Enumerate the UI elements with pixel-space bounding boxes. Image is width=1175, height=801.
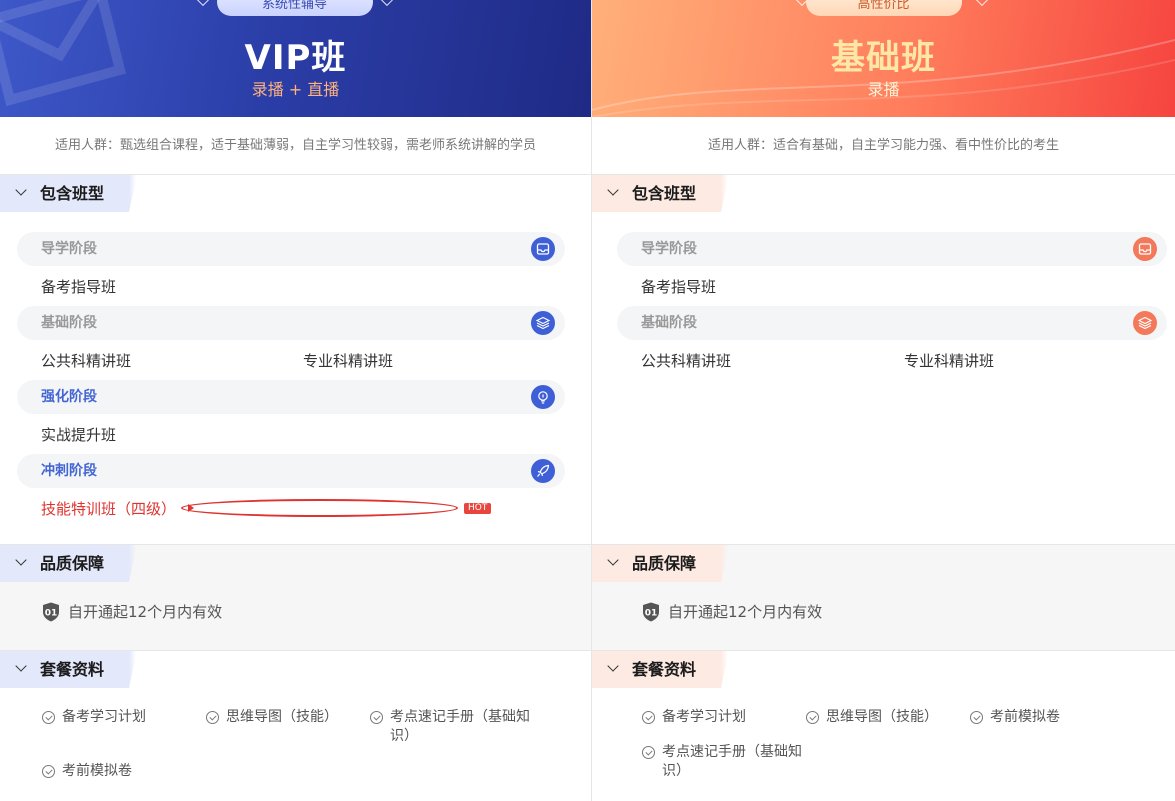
rocket-icon xyxy=(531,459,555,483)
class-item[interactable]: 公共科精讲班 xyxy=(41,350,303,371)
material-item: 考前模拟卷 xyxy=(42,762,206,781)
stage-sprint: 冲刺阶段 xyxy=(17,454,565,488)
quality-item: 01 自开通起12个月内有效 xyxy=(592,582,1175,622)
class-item[interactable]: 专业科精讲班 xyxy=(303,350,565,371)
basic-audience: 适用人群：适合有基础，自主学习能力强、看中性价比的考生 xyxy=(592,117,1175,175)
vip-materials-list: 备考学习计划 思维导图（技能） 考点速记手册（基础知识） 考前模拟卷 xyxy=(0,688,591,797)
class-item[interactable]: 公共科精讲班 xyxy=(641,350,904,371)
inbox-icon xyxy=(1133,237,1157,261)
basic-title: 基础班 xyxy=(831,38,936,78)
diamond-icon xyxy=(379,0,395,7)
material-item: 考点速记手册（基础知识） xyxy=(642,743,806,781)
vip-header: 系统性辅导 VIP班 录播 + 直播 xyxy=(0,0,591,117)
basic-materials-heading[interactable]: 套餐资料 xyxy=(592,651,729,688)
layers-icon xyxy=(1133,311,1157,335)
basic-classes-heading[interactable]: 包含班型 xyxy=(592,175,729,212)
basic-quality-section: 品质保障 01 自开通起12个月内有效 xyxy=(592,545,1175,651)
vip-quality-heading[interactable]: 品质保障 xyxy=(0,545,137,582)
check-circle-icon xyxy=(206,711,219,724)
class-item-highlight[interactable]: 技能特训班（四级） xyxy=(41,498,176,519)
vip-classes-heading[interactable]: 包含班型 xyxy=(0,175,137,212)
material-item: 考前模拟卷 xyxy=(970,708,1134,727)
material-item: 备考学习计划 xyxy=(42,708,206,746)
check-circle-icon xyxy=(642,711,655,724)
vip-classes-list: 导学阶段 备考指导班 基础阶段 公共科精讲班 专业科精讲班 强化阶段 实战提升班… xyxy=(0,212,591,545)
check-circle-icon xyxy=(642,746,655,759)
stage-guide-items: 备考指导班 xyxy=(617,266,1167,306)
check-circle-icon xyxy=(370,711,383,724)
vip-pill-tag: 系统性辅导 xyxy=(216,0,373,16)
chevron-down-icon xyxy=(15,184,27,196)
check-circle-icon xyxy=(806,711,819,724)
quality-item: 01 自开通起12个月内有效 xyxy=(0,582,591,622)
class-item[interactable]: 备考指导班 xyxy=(641,276,918,297)
stage-guide: 导学阶段 xyxy=(617,232,1167,266)
vip-audience: 适用人群：甄选组合课程，适于基础薄弱，自主学习性较弱，需老师系统讲解的学员 xyxy=(0,117,591,175)
vip-title: VIP班 xyxy=(244,38,347,78)
material-item: 考点速记手册（基础知识） xyxy=(370,708,534,746)
material-item: 思维导图（技能） xyxy=(206,708,370,746)
basic-materials-list: 备考学习计划 思维导图（技能） 考前模拟卷 考点速记手册（基础知识） xyxy=(592,688,1175,797)
stage-foundation: 基础阶段 xyxy=(17,306,565,340)
check-circle-icon xyxy=(42,765,55,778)
vip-quality-section: 品质保障 01 自开通起12个月内有效 xyxy=(0,545,591,651)
stage-sprint-items: 技能特训班（四级） HOT xyxy=(17,488,565,528)
shield-icon: 01 xyxy=(43,602,59,621)
vip-materials-section: 套餐资料 备考学习计划 思维导图（技能） 考点速记手册（基础知识） 考前模拟卷 xyxy=(0,651,591,797)
layers-icon xyxy=(531,311,555,335)
chevron-down-icon xyxy=(607,184,619,196)
hot-badge: HOT xyxy=(464,502,492,514)
chevron-down-icon xyxy=(607,660,619,672)
basic-subtitle: 录播 xyxy=(867,80,900,99)
basic-classes-list: 导学阶段 备考指导班 基础阶段 公共科精讲班 专业科精讲班 xyxy=(592,212,1175,545)
material-item: 思维导图（技能） xyxy=(806,708,970,727)
stage-foundation-items: 公共科精讲班 专业科精讲班 xyxy=(617,340,1167,380)
inbox-icon xyxy=(531,237,555,261)
check-circle-icon xyxy=(42,711,55,724)
basic-plan-column: 高性价比 基础班 录播 适用人群：适合有基础，自主学习能力强、看中性价比的考生 … xyxy=(592,0,1175,801)
stage-intensive: 强化阶段 xyxy=(17,380,565,414)
diamond-icon xyxy=(195,0,211,7)
course-comparison: 系统性辅导 VIP班 录播 + 直播 适用人群：甄选组合课程，适于基础薄弱，自主… xyxy=(0,0,1175,801)
chevron-down-icon xyxy=(15,660,27,672)
vip-subtitle: 录播 + 直播 xyxy=(251,80,340,99)
stage-guide: 导学阶段 xyxy=(17,232,565,266)
stage-foundation-items: 公共科精讲班 专业科精讲班 xyxy=(17,340,565,380)
stage-intensive-items: 实战提升班 xyxy=(17,414,565,454)
basic-quality-heading[interactable]: 品质保障 xyxy=(592,545,729,582)
vip-plan-column: 系统性辅导 VIP班 录播 + 直播 适用人群：甄选组合课程，适于基础薄弱，自主… xyxy=(0,0,592,801)
basic-pill-tag: 高性价比 xyxy=(805,0,962,16)
shield-icon: 01 xyxy=(643,602,659,621)
basic-header: 高性价比 基础班 录播 xyxy=(592,0,1175,117)
svg-text:01: 01 xyxy=(45,608,58,618)
stage-foundation: 基础阶段 xyxy=(617,306,1167,340)
lightbulb-icon xyxy=(531,385,555,409)
vip-materials-heading[interactable]: 套餐资料 xyxy=(0,651,137,688)
chevron-down-icon xyxy=(607,554,619,566)
class-item[interactable]: 专业科精讲班 xyxy=(904,350,1167,371)
play-video-icon[interactable] xyxy=(181,499,459,517)
stage-guide-items: 备考指导班 xyxy=(17,266,565,306)
class-item[interactable]: 实战提升班 xyxy=(41,424,318,445)
svg-text:01: 01 xyxy=(645,608,658,618)
basic-materials-section: 套餐资料 备考学习计划 思维导图（技能） 考前模拟卷 考点速记手册（基础知识） xyxy=(592,651,1175,797)
check-circle-icon xyxy=(970,711,983,724)
material-item: 备考学习计划 xyxy=(642,708,806,727)
chevron-down-icon xyxy=(15,554,27,566)
class-item[interactable]: 备考指导班 xyxy=(41,276,318,297)
